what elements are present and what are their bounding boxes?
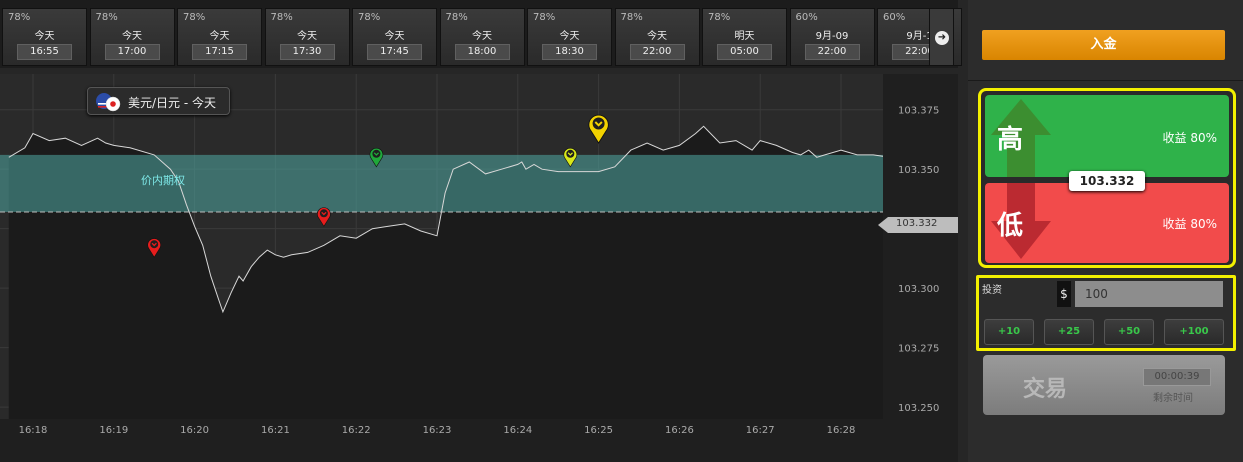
expiry-payout: 78% xyxy=(620,12,643,23)
high-label: 高 xyxy=(997,125,1024,155)
expiry-day: 今天 xyxy=(122,31,142,42)
quick-add-25-button[interactable]: +25 xyxy=(1044,319,1094,345)
low-label: 低 xyxy=(997,211,1024,241)
expiry-option[interactable]: 78% 今天 16:55 xyxy=(2,8,87,66)
expiry-time: 18:00 xyxy=(454,44,510,60)
next-expiries-button[interactable]: ➜ xyxy=(929,8,954,66)
expiry-time: 05:00 xyxy=(717,44,772,60)
expiry-bar: 78% 今天 16:55 78% 今天 17:00 78% 今天 17:15 78% 今天 17:30… xyxy=(0,0,962,68)
x-tick-label: 16:21 xyxy=(261,425,290,436)
dollar-icon: $ xyxy=(1057,281,1071,307)
price-chart: 103.375103.350103.325103.300103.275103.2… xyxy=(0,74,958,462)
y-tick-label: 103.300 xyxy=(898,284,939,295)
expiry-payout: 78% xyxy=(445,12,468,23)
x-tick-label: 16:26 xyxy=(665,425,694,436)
expiry-day: 9月-09 xyxy=(815,31,849,42)
quick-add-100-button[interactable]: +100 xyxy=(1164,319,1224,345)
in-the-money-label: 价内期权 xyxy=(141,174,185,187)
x-tick-label: 16:24 xyxy=(503,425,532,436)
quick-add-10-button[interactable]: +10 xyxy=(984,319,1034,345)
deposit-button[interactable]: 入金 xyxy=(982,30,1225,60)
expiry-payout: 60% xyxy=(883,12,906,23)
chart-canvas: 103.375103.350103.325103.300103.275103.2… xyxy=(0,74,958,462)
expiry-option[interactable]: 60% 9月-09 22:00 xyxy=(789,8,875,66)
expiry-day: 今天 xyxy=(384,31,405,42)
expiry-time: 22:00 xyxy=(804,44,860,60)
x-tick-label: 16:18 xyxy=(19,425,48,436)
x-tick-label: 16:28 xyxy=(827,425,856,436)
high-payout: 收益 80% xyxy=(1162,131,1218,145)
trade-button[interactable]: 交易 00:00:39 剩余时间 xyxy=(983,355,1225,415)
expiry-day: 今天 xyxy=(209,31,230,42)
x-tick-label: 16:19 xyxy=(99,425,128,436)
expiry-payout: 78% xyxy=(270,12,293,23)
expiry-option[interactable]: 78% 明天 05:00 xyxy=(702,8,787,66)
expiry-payout: 78% xyxy=(533,12,556,23)
expiry-payout: 60% xyxy=(795,12,818,23)
expiry-day: 今天 xyxy=(559,31,580,42)
low-payout: 收益 80% xyxy=(1162,217,1218,231)
strike-price: 103.332 xyxy=(1069,171,1145,191)
x-tick-label: 16:23 xyxy=(423,425,452,436)
expiry-option[interactable]: 78% 今天 17:30 xyxy=(264,8,350,66)
asset-selector[interactable]: 美元/日元 - 今天 xyxy=(87,87,230,115)
expiry-time: 17:15 xyxy=(192,44,247,60)
high-button[interactable]: 高 收益 80% xyxy=(985,95,1229,177)
expiry-option[interactable]: 78% 今天 18:30 xyxy=(527,8,612,66)
amount-input[interactable] xyxy=(1075,281,1223,307)
investment-section: 投资 $ +10 +25 +50 +100 xyxy=(976,275,1236,351)
trade-panel: 入金 高 收益 80% 低 收益 80% 103.332 投资 $ +10 +2… xyxy=(968,0,1243,462)
expiry-option[interactable]: 78% 今天 22:00 xyxy=(614,8,700,66)
quick-add-50-button[interactable]: +50 xyxy=(1104,319,1154,345)
us-jp-flag-icon xyxy=(96,93,121,112)
expiry-payout: 78% xyxy=(183,12,206,23)
countdown-timer: 00:00:39 xyxy=(1143,368,1211,386)
low-button[interactable]: 低 收益 80% xyxy=(985,183,1229,263)
expiry-time: 17:00 xyxy=(104,44,160,60)
x-tick-label: 16:25 xyxy=(584,425,613,436)
expiry-day: 今天 xyxy=(34,31,55,42)
current-price-tag: 103.332 xyxy=(878,217,958,233)
y-tick-label: 103.375 xyxy=(898,106,939,117)
expiry-day: 今天 xyxy=(647,31,667,42)
y-tick-label: 103.275 xyxy=(898,344,939,355)
y-tick-label: 103.250 xyxy=(898,403,939,414)
expiry-time: 16:55 xyxy=(17,44,72,60)
account-area: 入金 xyxy=(968,0,1243,81)
asset-name: 美元/日元 - 今天 xyxy=(128,96,217,110)
expiry-option[interactable]: 78% 今天 17:15 xyxy=(177,8,262,66)
current-price-value: 103.332 xyxy=(896,218,938,229)
expiry-day: 明天 xyxy=(734,31,755,42)
trade-label: 交易 xyxy=(1023,377,1068,402)
investment-label: 投资 xyxy=(982,285,1002,296)
y-tick-label: 103.350 xyxy=(898,165,939,176)
in-the-money-band xyxy=(0,154,883,212)
expiry-payout: 78% xyxy=(95,12,118,23)
x-tick-label: 16:27 xyxy=(746,425,775,436)
expiry-payout: 78% xyxy=(358,12,381,23)
countdown-label: 剩余时间 xyxy=(1153,393,1193,404)
expiry-option[interactable]: 78% 今天 17:45 xyxy=(352,8,437,66)
x-tick-label: 16:20 xyxy=(180,425,209,436)
expiry-payout: 78% xyxy=(708,12,731,23)
expiry-payout: 78% xyxy=(8,12,31,23)
expiry-day: 今天 xyxy=(472,31,492,42)
expiry-time: 17:45 xyxy=(367,44,422,60)
expiry-option[interactable]: 78% 今天 17:00 xyxy=(89,8,175,66)
expiry-day: 今天 xyxy=(297,31,317,42)
expiry-time: 22:00 xyxy=(629,44,685,60)
expiry-option[interactable]: 78% 今天 18:00 xyxy=(439,8,525,66)
expiry-time: 17:30 xyxy=(279,44,335,60)
x-tick-label: 16:22 xyxy=(342,425,371,436)
direction-selector: 高 收益 80% 低 收益 80% 103.332 xyxy=(978,88,1236,268)
arrow-right-icon: ➜ xyxy=(935,31,949,45)
expiry-time: 18:30 xyxy=(542,44,597,60)
